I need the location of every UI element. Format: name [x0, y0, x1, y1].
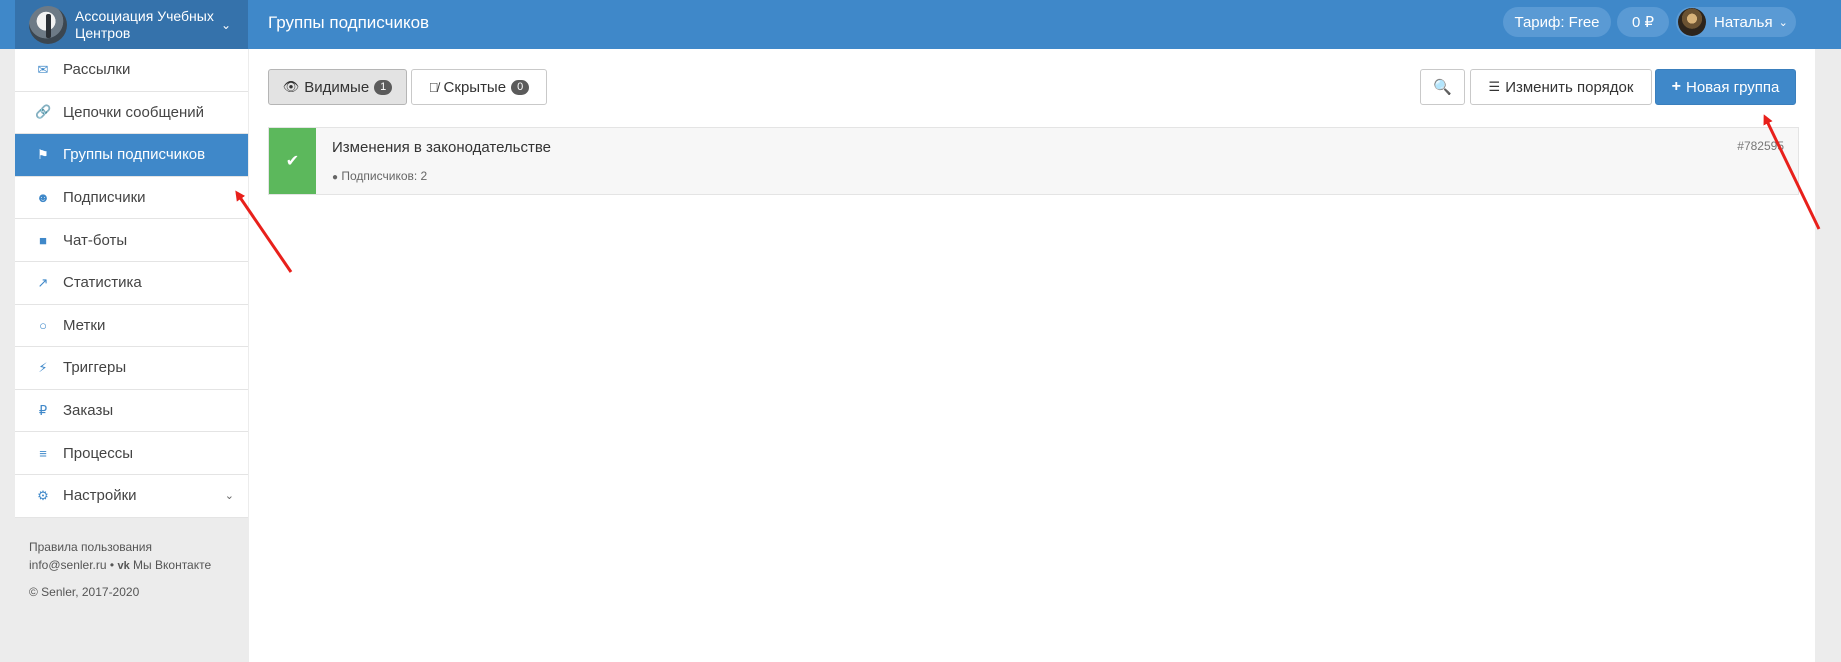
cogs-icon: ⚙ — [37, 487, 49, 503]
org-switcher[interactable]: Ассоциация Учебных Центров ⌄ — [15, 0, 248, 49]
chevron-down-icon: ⌄ — [224, 490, 234, 503]
visible-count-badge: 1 — [374, 79, 393, 95]
balance-badge[interactable]: 0 ₽ — [1617, 7, 1669, 37]
user-name: Наталья — [1714, 13, 1773, 31]
users-icon: ☻ — [36, 190, 50, 206]
sidebar-item-statistics[interactable]: ↗ Статистика — [15, 261, 248, 305]
sidebar-item-label: Метки — [63, 316, 106, 334]
tariff-badge[interactable]: Тариф: Free — [1503, 7, 1611, 37]
group-row[interactable]: ✔ Изменения в законодательстве ● Подписч… — [268, 127, 1799, 195]
line-chart-icon: ↗ — [37, 274, 49, 290]
sidebar-item-label: Триггеры — [63, 359, 127, 377]
sidebar-item-label: Процессы — [63, 444, 134, 462]
sidebar-item-mailings[interactable]: ✉ Рассылки — [15, 49, 248, 92]
top-bar: Ассоциация Учебных Центров ⌄ Группы подп… — [0, 0, 1841, 49]
subscriber-count-label: Подписчиков: 2 — [341, 169, 428, 183]
group-subscriber-count: ● Подписчиков: 2 — [332, 169, 427, 183]
envelope-icon: ✉ — [37, 61, 49, 77]
sidebar-item-label: Подписчики — [63, 189, 146, 207]
sidebar-item-chains[interactable]: 🔗 Цепочки сообщений — [15, 91, 248, 135]
sidebar-item-subscribers[interactable]: ☻ Подписчики — [15, 176, 248, 220]
email-link[interactable]: info@senler.ru — [29, 558, 107, 572]
separator: • — [109, 557, 115, 572]
bolt-icon: ⚡ — [38, 359, 48, 375]
sidebar-item-label: Чат-боты — [63, 231, 128, 249]
plus-icon: + — [1671, 78, 1681, 95]
hidden-count-badge: 0 — [511, 79, 530, 95]
group-name[interactable]: Изменения в законодательстве — [332, 139, 551, 156]
sidebar-item-groups[interactable]: ⚑ Группы подписчиков — [15, 134, 248, 177]
vk-icon: vk — [117, 559, 130, 572]
sidebar-item-chatbots[interactable]: ■ Чат-боты — [15, 219, 248, 262]
search-button[interactable]: 🔍 — [1420, 69, 1465, 105]
vk-link[interactable]: Мы Вконтакте — [133, 558, 211, 572]
list-icon: ☰ — [1488, 79, 1501, 94]
sidebar-item-triggers[interactable]: ⚡ Триггеры — [15, 347, 248, 390]
tariff-label: Тариф: Free — [1514, 13, 1600, 31]
terms-link[interactable]: Правила пользования — [29, 540, 152, 554]
org-name: Ассоциация Учебных Центров — [75, 7, 214, 41]
new-group-label: Новая группа — [1686, 78, 1780, 96]
circle-icon: ○ — [39, 317, 47, 333]
main-content: 👁 Видимые 1 👁̸ Скрытые 0 🔍 ☰ Изменить по… — [249, 49, 1815, 662]
android-icon: ■ — [39, 232, 47, 248]
reorder-label: Изменить порядок — [1505, 78, 1634, 96]
filter-visible-label: Видимые — [304, 78, 370, 96]
tags-icon: ⚑ — [37, 146, 49, 162]
user-icon: ● — [332, 172, 339, 183]
sidebar-item-label: Статистика — [63, 274, 142, 292]
sidebar-item-label: Цепочки сообщений — [63, 103, 204, 121]
chain-link-icon: 🔗 — [35, 104, 52, 120]
chevron-down-icon: ⌄ — [1778, 16, 1788, 29]
sidebar-item-label: Заказы — [63, 402, 114, 420]
sidebar-item-labels[interactable]: ○ Метки — [15, 304, 248, 348]
copyright: © Senler, 2017-2020 — [29, 584, 140, 599]
group-id: #782595 — [1737, 139, 1784, 153]
balance-label: 0 ₽ — [1631, 14, 1655, 31]
page-title: Группы подписчиков — [268, 13, 430, 32]
server-icon: ≡ — [39, 445, 47, 461]
chevron-down-icon: ⌄ — [221, 17, 232, 32]
eye-icon: 👁 — [282, 79, 300, 94]
page-gutter — [1815, 49, 1841, 662]
new-group-button[interactable]: + Новая группа — [1655, 69, 1796, 105]
user-menu[interactable]: Наталья ⌄ — [1676, 7, 1796, 37]
search-icon: 🔍 — [1433, 79, 1452, 96]
ruble-icon: ₽ — [38, 402, 48, 418]
filter-visible-button[interactable]: 👁 Видимые 1 — [268, 69, 407, 105]
sidebar-item-orders[interactable]: ₽ Заказы — [15, 389, 248, 433]
sidebar-footer: Правила пользования info@senler.ru • vk … — [15, 518, 248, 601]
eye-slash-icon: 👁̸ — [428, 79, 439, 95]
org-logo — [29, 5, 67, 44]
filter-hidden-label: Скрытые — [443, 78, 507, 96]
sidebar: ✉ Рассылки 🔗 Цепочки сообщений ⚑ Группы … — [15, 49, 248, 601]
reorder-button[interactable]: ☰ Изменить порядок — [1470, 69, 1652, 105]
sidebar-item-label: Настройки — [63, 487, 137, 505]
sidebar-item-label: Группы подписчиков — [63, 146, 206, 164]
filter-hidden-button[interactable]: 👁̸ Скрытые 0 — [411, 69, 547, 105]
avatar — [1678, 8, 1706, 36]
sidebar-item-processes[interactable]: ≡ Процессы — [15, 432, 248, 475]
check-icon[interactable]: ✔ — [269, 128, 316, 194]
sidebar-item-settings[interactable]: ⚙ Настройки ⌄ — [15, 474, 248, 518]
sidebar-item-label: Рассылки — [63, 61, 131, 79]
